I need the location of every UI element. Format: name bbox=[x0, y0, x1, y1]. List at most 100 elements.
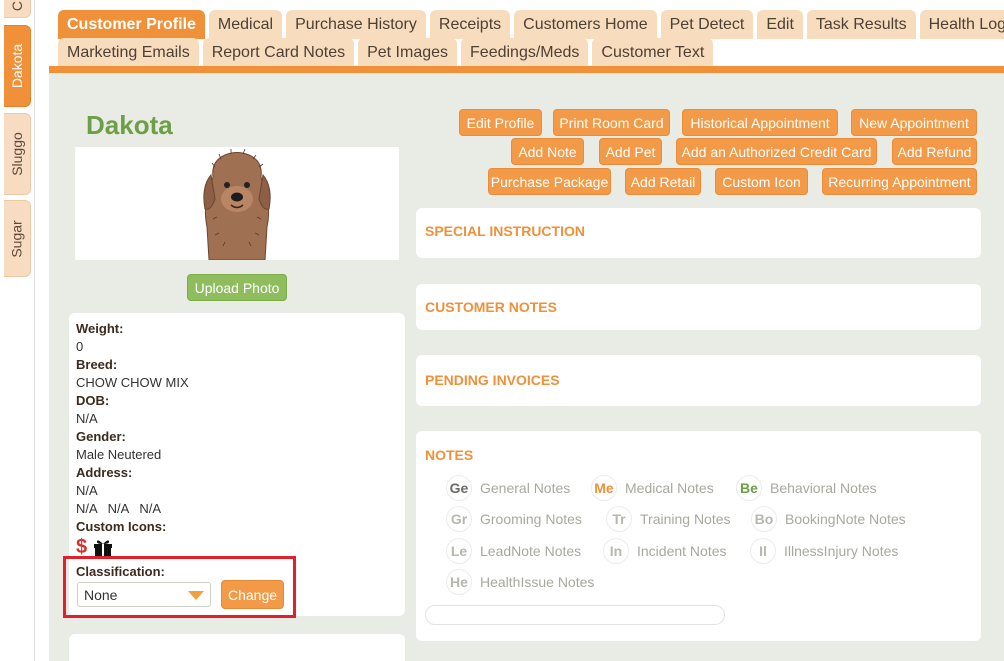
pet-tab-label: C bbox=[9, 0, 25, 12]
main-content: Customer Profile Medical Purchase Histor… bbox=[49, 0, 1004, 661]
note-label: Training Notes bbox=[640, 511, 731, 527]
tab-row-2: Marketing Emails Report Card Notes Pet I… bbox=[58, 38, 714, 67]
tab-row-1: Customer Profile Medical Purchase Histor… bbox=[58, 10, 1004, 39]
address-label: Address: bbox=[76, 465, 133, 480]
tab-pet-images[interactable]: Pet Images bbox=[358, 38, 458, 67]
note-leadnote[interactable]: Le LeadNote Notes bbox=[446, 538, 581, 564]
note-training[interactable]: Tr Training Notes bbox=[606, 506, 731, 532]
divider bbox=[34, 0, 35, 661]
illness-injury-notes-icon: Il bbox=[750, 538, 776, 564]
note-medical[interactable]: Me Medical Notes bbox=[591, 475, 714, 501]
note-general[interactable]: Ge General Notes bbox=[446, 475, 570, 501]
add-credit-card-button[interactable]: Add an Authorized Credit Card bbox=[676, 138, 877, 165]
pet-tabs: C Dakota Sluggo Sugar bbox=[0, 0, 34, 661]
dob-value: N/A bbox=[76, 411, 98, 426]
note-label: General Notes bbox=[480, 480, 571, 496]
add-note-button[interactable]: Add Note bbox=[511, 138, 584, 165]
medical-notes-icon: Me bbox=[591, 475, 617, 501]
weight-label: Weight: bbox=[76, 321, 124, 336]
note-label: HealthIssue Notes bbox=[480, 574, 595, 590]
lower-panel bbox=[69, 634, 405, 661]
address-city: N/A bbox=[76, 501, 98, 516]
address-line-1: N/A bbox=[76, 483, 98, 498]
tab-underline bbox=[49, 66, 1004, 73]
weight-value: 0 bbox=[76, 339, 84, 354]
note-incident[interactable]: In Incident Notes bbox=[603, 538, 727, 564]
tab-purchase-history[interactable]: Purchase History bbox=[286, 10, 426, 39]
print-room-card-button[interactable]: Print Room Card bbox=[553, 109, 670, 136]
address-line-2: N/A N/A N/A bbox=[76, 500, 398, 518]
change-classification-button[interactable]: Change bbox=[221, 580, 284, 609]
custom-icons: $ bbox=[76, 536, 398, 558]
pet-tab-label: Dakota bbox=[9, 43, 26, 89]
breed-value: CHOW CHOW MIX bbox=[76, 375, 189, 390]
incident-notes-icon: In bbox=[603, 538, 629, 564]
health-issue-notes-icon: He bbox=[446, 569, 472, 595]
new-appointment-button[interactable]: New Appointment bbox=[851, 109, 977, 136]
customer-notes-panel[interactable]: CUSTOMER NOTES bbox=[416, 284, 981, 330]
note-label: IllnessInjury Notes bbox=[784, 543, 899, 559]
pet-tab-label: Sluggo bbox=[9, 132, 25, 176]
address-state: N/A bbox=[107, 501, 130, 516]
note-health-issue[interactable]: He HealthIssue Notes bbox=[446, 569, 594, 595]
gift-icon bbox=[93, 538, 113, 556]
add-retail-button[interactable]: Add Retail bbox=[625, 168, 701, 195]
pet-tab-dakota[interactable]: Dakota bbox=[4, 25, 31, 107]
address-zip: N/A bbox=[139, 501, 162, 516]
note-label: Behavioral Notes bbox=[770, 480, 877, 496]
dollar-icon: $ bbox=[76, 536, 88, 558]
gender-value: Male Neutered bbox=[76, 447, 162, 462]
training-notes-icon: Tr bbox=[606, 506, 632, 532]
note-label: Medical Notes bbox=[625, 480, 714, 496]
general-notes-icon: Ge bbox=[446, 475, 472, 501]
tab-pet-detect[interactable]: Pet Detect bbox=[660, 10, 754, 39]
customer-notes-title: CUSTOMER NOTES bbox=[425, 299, 557, 315]
historical-appointment-button[interactable]: Historical Appointment bbox=[682, 109, 838, 136]
pet-tab-sluggo[interactable]: Sluggo bbox=[4, 113, 31, 195]
note-behavioral[interactable]: Be Behavioral Notes bbox=[736, 475, 877, 501]
notes-panel: NOTES Ge General Notes Me Medical Notes … bbox=[416, 431, 981, 641]
custom-icons-label: Custom Icons: bbox=[76, 519, 167, 534]
purchase-package-button[interactable]: Purchase Package bbox=[488, 168, 611, 195]
pet-tab-sugar[interactable]: Sugar bbox=[4, 200, 31, 277]
classification-label: Classification: bbox=[76, 564, 165, 579]
custom-icon-button[interactable]: Custom Icon bbox=[715, 168, 808, 195]
tab-receipts[interactable]: Receipts bbox=[429, 10, 511, 39]
tab-report-card-notes[interactable]: Report Card Notes bbox=[202, 38, 355, 67]
tab-health-log[interactable]: Health Log bbox=[919, 10, 1004, 39]
notes-scrollbar[interactable] bbox=[425, 605, 725, 625]
notes-title: NOTES bbox=[425, 447, 474, 463]
tab-customers-home[interactable]: Customers Home bbox=[514, 10, 657, 39]
note-label: LeadNote Notes bbox=[480, 543, 582, 559]
special-instruction-panel[interactable]: SPECIAL INSTRUCTION bbox=[416, 208, 981, 258]
pet-tab-label: Sugar bbox=[9, 219, 26, 258]
tab-marketing-emails[interactable]: Marketing Emails bbox=[58, 38, 199, 67]
tab-edit[interactable]: Edit bbox=[757, 10, 803, 39]
pet-tab-c[interactable]: C bbox=[4, 0, 31, 18]
breed-label: Breed: bbox=[76, 357, 118, 372]
special-instruction-title: SPECIAL INSTRUCTION bbox=[425, 223, 585, 239]
add-pet-button[interactable]: Add Pet bbox=[599, 138, 662, 165]
top-tabs: Customer Profile Medical Purchase Histor… bbox=[49, 0, 1004, 73]
note-illness-injury[interactable]: Il IllnessInjury Notes bbox=[750, 538, 898, 564]
tab-customer-profile[interactable]: Customer Profile bbox=[58, 10, 205, 39]
classification-select[interactable]: None bbox=[77, 582, 211, 607]
booking-notes-icon: Bo bbox=[751, 506, 777, 532]
tab-task-results[interactable]: Task Results bbox=[806, 10, 916, 39]
tab-feedings-meds[interactable]: Feedings/Meds bbox=[461, 38, 589, 67]
tab-medical[interactable]: Medical bbox=[208, 10, 283, 39]
upload-photo-button[interactable]: Upload Photo bbox=[187, 274, 287, 301]
pending-invoices-panel[interactable]: PENDING INVOICES bbox=[416, 355, 981, 406]
grooming-notes-icon: Gr bbox=[446, 506, 472, 532]
recurring-appointment-button[interactable]: Recurring Appointment bbox=[822, 168, 977, 195]
edit-profile-button[interactable]: Edit Profile bbox=[459, 109, 542, 136]
note-booking[interactable]: Bo BookingNote Notes bbox=[751, 506, 906, 532]
add-refund-button[interactable]: Add Refund bbox=[892, 138, 977, 165]
tab-customer-text[interactable]: Customer Text bbox=[592, 38, 714, 67]
pet-photo bbox=[75, 147, 399, 260]
note-label: Incident Notes bbox=[637, 543, 727, 559]
dog-photo-illustration bbox=[203, 148, 271, 260]
behavioral-notes-icon: Be bbox=[736, 475, 762, 501]
note-grooming[interactable]: Gr Grooming Notes bbox=[446, 506, 582, 532]
dob-label: DOB: bbox=[76, 393, 110, 408]
